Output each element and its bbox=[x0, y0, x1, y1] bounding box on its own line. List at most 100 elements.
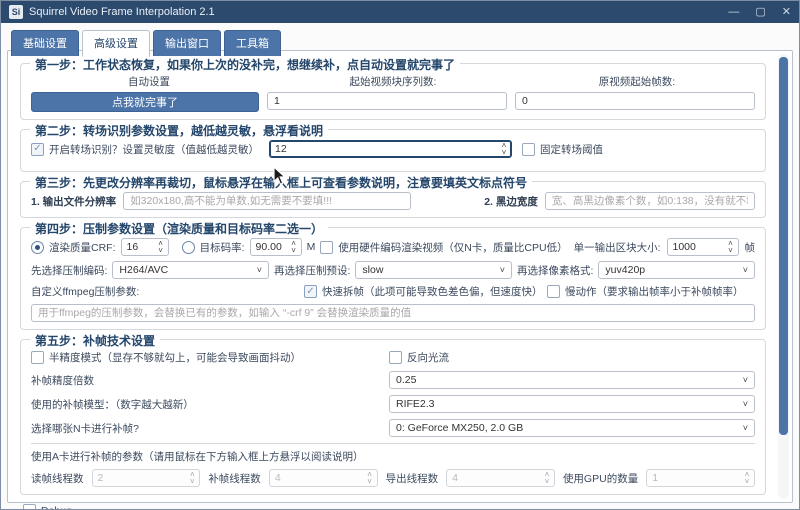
auto-setup-button[interactable]: 点我就完事了 bbox=[31, 92, 259, 112]
preset-label: 再选择压制预设: bbox=[274, 263, 350, 278]
crf-label: 渲染质量CRF: bbox=[49, 240, 116, 255]
chunk-index-input[interactable] bbox=[267, 92, 507, 110]
resolution-input[interactable] bbox=[123, 192, 411, 210]
tab-basic-settings[interactable]: 基础设置 bbox=[11, 30, 79, 56]
tab-advanced-settings[interactable]: 高级设置 bbox=[82, 30, 150, 57]
checkbox-icon[interactable] bbox=[320, 241, 333, 254]
crf-spinner[interactable]: ˄ ˅ bbox=[121, 238, 169, 256]
spin-down-icon[interactable]: ˅ bbox=[291, 247, 296, 254]
read-threads-label: 读帧线程数 bbox=[31, 471, 84, 486]
dropdown-arrow-icon: ˅ bbox=[743, 375, 748, 385]
checkbox-icon[interactable] bbox=[23, 504, 36, 510]
checkbox-icon[interactable] bbox=[547, 285, 560, 298]
tab-bar: 基础设置 高级设置 输出窗口 工具箱 bbox=[11, 30, 799, 56]
amd-params-label: 使用A卡进行补帧的参数（请用鼠标在下方输入框上方悬浮以阅读说明） bbox=[31, 449, 755, 464]
check-icon: ✓ bbox=[306, 287, 314, 297]
model-select[interactable]: RIFE2.3 ˅ bbox=[389, 395, 755, 413]
crf-radio[interactable] bbox=[31, 241, 44, 254]
spin-down-icon[interactable]: ˅ bbox=[502, 149, 507, 156]
start-frame-input[interactable] bbox=[515, 92, 755, 110]
advanced-settings-page: 第一步：工作状态恢复，如果你上次的没补完，想继续补，点自动设置就完事了 自动设置… bbox=[7, 50, 793, 503]
interp-threads-spinner: ˄ ˅ bbox=[269, 469, 378, 487]
tab-toolbox[interactable]: 工具箱 bbox=[224, 30, 281, 56]
window-controls: — ▢ ✕ bbox=[728, 1, 791, 23]
model-label: 使用的补帧模型：（数字越大越新） bbox=[31, 397, 381, 412]
resolution-label: 1. 输出文件分辨率 bbox=[31, 194, 116, 209]
dropdown-arrow-icon: ˅ bbox=[743, 399, 748, 409]
spin-down-icon: ˅ bbox=[367, 478, 372, 485]
pixfmt-select[interactable]: yuv420p ˅ bbox=[598, 261, 755, 279]
bitrate-spinner[interactable]: ˄ ˅ bbox=[250, 238, 302, 256]
export-threads-label: 导出线程数 bbox=[386, 471, 439, 486]
read-threads-spinner: ˄ ˅ bbox=[92, 469, 201, 487]
hw-encode-checkbox[interactable]: 使用硬件编码渲染视频（仅N卡，质量比CPU低） bbox=[320, 240, 567, 255]
gpu-select[interactable]: 0: GeForce MX250, 2.0 GB ˅ bbox=[389, 419, 755, 437]
step5-title: 第五步：补帧技术设置 bbox=[30, 332, 160, 349]
spinner-arrows: ˄ ˅ bbox=[154, 239, 168, 255]
encoder-select[interactable]: H264/AVC ˅ bbox=[112, 261, 269, 279]
fast-extract-checkbox[interactable]: ✓ 快速拆帧（此项可能导致色差色偏，但速度快） bbox=[304, 284, 542, 299]
spinner-arrows: ˄ ˅ bbox=[724, 239, 738, 255]
bitrate-radio[interactable] bbox=[182, 241, 195, 254]
preset-select[interactable]: slow ˅ bbox=[355, 261, 512, 279]
enable-transition-checkbox[interactable]: ✓ 开启转场识别？设置灵敏度（值越低越灵敏） bbox=[31, 142, 259, 157]
checkbox-icon[interactable]: ✓ bbox=[304, 285, 317, 298]
checkbox-icon[interactable] bbox=[522, 143, 535, 156]
step2-title: 第二步：转场识别参数设置，越低越灵敏，悬浮看说明 bbox=[30, 122, 328, 139]
spin-down-icon: ˅ bbox=[545, 478, 550, 485]
chunk-size-label: 单一输出区块大小: bbox=[574, 240, 661, 255]
spinner-arrows: ˄ ˅ bbox=[740, 470, 754, 486]
step1-group: 第一步：工作状态恢复，如果你上次的没补完，想继续补，点自动设置就完事了 自动设置… bbox=[20, 63, 766, 120]
app-window: Si Squirrel Video Frame Interpolation 2.… bbox=[0, 0, 800, 510]
read-threads-input bbox=[93, 470, 186, 486]
checkbox-icon[interactable] bbox=[31, 351, 44, 364]
interp-threads-input bbox=[270, 470, 363, 486]
gpu-count-input bbox=[647, 470, 740, 486]
app-icon: Si bbox=[9, 5, 23, 19]
spin-down-icon: ˅ bbox=[745, 478, 750, 485]
minimize-button[interactable]: — bbox=[728, 1, 739, 23]
spin-down-icon: ˅ bbox=[190, 478, 195, 485]
step3-group: 第三步：先更改分辨率再裁切，鼠标悬浮在输入框上可查看参数说明，注意要填英文标点符… bbox=[20, 181, 766, 218]
window-title: Squirrel Video Frame Interpolation 2.1 bbox=[29, 6, 215, 18]
transition-sensitivity-input[interactable] bbox=[270, 141, 497, 157]
spin-down-icon[interactable]: ˅ bbox=[728, 247, 733, 254]
spinner-arrows: ˄ ˅ bbox=[363, 470, 377, 486]
tab-output-window[interactable]: 输出窗口 bbox=[153, 30, 221, 56]
close-button[interactable]: ✕ bbox=[782, 1, 791, 23]
gpu-value: 0: GeForce MX250, 2.0 GB bbox=[396, 422, 523, 434]
half-precision-checkbox[interactable]: 半精度模式（显存不够就勾上，可能会导致画面抖动） bbox=[31, 350, 381, 365]
black-border-input[interactable] bbox=[545, 192, 755, 210]
precision-label: 补帧精度倍数 bbox=[31, 373, 381, 388]
precision-select[interactable]: 0.25 ˅ bbox=[389, 371, 755, 389]
checkbox-icon[interactable]: ✓ bbox=[31, 143, 44, 156]
scrollbar-thumb[interactable] bbox=[779, 57, 788, 435]
start-frame-header: 原视频起始帧数: bbox=[519, 74, 755, 89]
crf-input[interactable] bbox=[122, 239, 154, 255]
enable-transition-label: 开启转场识别？设置灵敏度（值越低越灵敏） bbox=[49, 142, 259, 157]
ffmpeg-args-input[interactable] bbox=[31, 304, 755, 322]
maximize-button[interactable]: ▢ bbox=[755, 1, 765, 23]
scrollbar[interactable] bbox=[778, 54, 789, 499]
reverse-flow-label: 反向光流 bbox=[407, 350, 449, 365]
fixed-threshold-label: 固定转场阈值 bbox=[540, 142, 603, 157]
checkbox-icon[interactable] bbox=[389, 351, 402, 364]
encoder-value: H264/AVC bbox=[119, 264, 168, 276]
debug-checkbox[interactable]: Debug bbox=[23, 504, 766, 510]
debug-label: Debug bbox=[41, 505, 72, 510]
transition-sensitivity-spinner[interactable]: ˄ ˅ bbox=[269, 140, 512, 158]
pixfmt-value: yuv420p bbox=[605, 264, 645, 276]
titlebar[interactable]: Si Squirrel Video Frame Interpolation 2.… bbox=[1, 1, 799, 23]
slowmo-checkbox[interactable]: 慢动作（要求输出帧率小于补帧帧率） bbox=[547, 284, 755, 299]
chunk-size-input[interactable] bbox=[668, 239, 724, 255]
chunk-size-spinner[interactable]: ˄ ˅ bbox=[667, 238, 739, 256]
half-precision-label: 半精度模式（显存不够就勾上，可能会导致画面抖动） bbox=[49, 350, 301, 365]
step2-group: 第二步：转场识别参数设置，越低越灵敏，悬浮看说明 ✓ 开启转场识别？设置灵敏度（… bbox=[20, 129, 766, 172]
step5-group: 第五步：补帧技术设置 半精度模式（显存不够就勾上，可能会导致画面抖动） 反向光流… bbox=[20, 339, 766, 495]
mouse-cursor bbox=[273, 166, 287, 186]
dropdown-arrow-icon: ˅ bbox=[743, 423, 748, 433]
bitrate-input[interactable] bbox=[251, 239, 287, 255]
reverse-flow-checkbox[interactable]: 反向光流 bbox=[389, 350, 755, 365]
spin-down-icon[interactable]: ˅ bbox=[158, 247, 163, 254]
fixed-threshold-checkbox[interactable]: 固定转场阈值 bbox=[522, 142, 603, 157]
